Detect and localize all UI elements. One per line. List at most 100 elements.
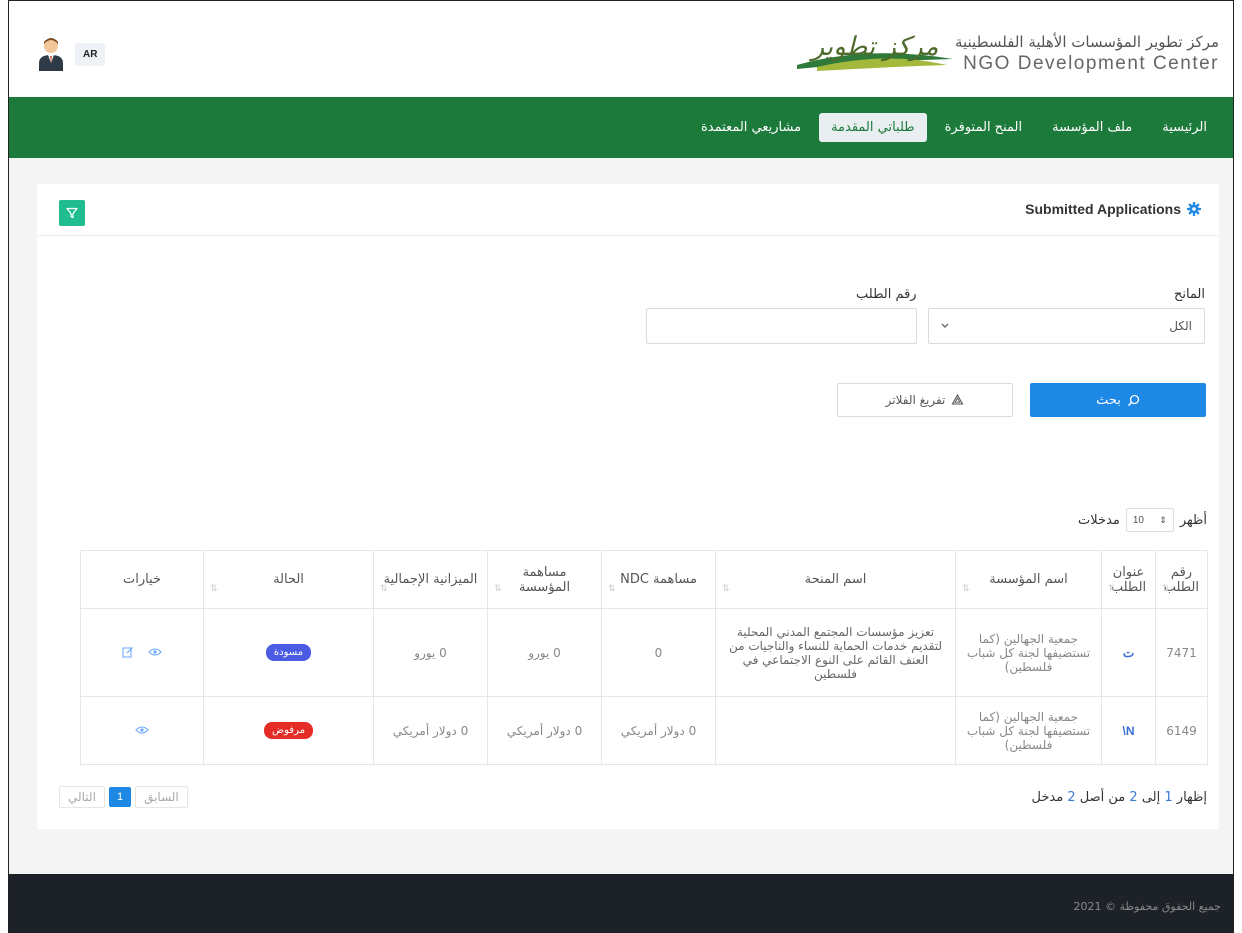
info-to-label: إلى: [1141, 790, 1161, 805]
main-navbar: الرئيسية ملف المؤسسة المنح المتوفرة طلبا…: [9, 97, 1233, 158]
sort-icon: ⇅: [608, 584, 616, 594]
page-footer: جميع الحقوق محفوظة © 2021: [9, 874, 1233, 933]
filter-toggle-button[interactable]: [59, 200, 85, 226]
cell-total-budget: 0 يورو: [373, 608, 488, 697]
clear-filters-button[interactable]: تفريغ الفلاتر: [837, 383, 1013, 417]
org-name-english: NGO Development Center: [963, 53, 1219, 74]
search-button-label: بحث: [1096, 392, 1121, 408]
sort-icon: ⇅: [494, 584, 502, 594]
gear-icon: [1187, 202, 1201, 216]
pagination: السابق 1 التالي: [59, 786, 188, 808]
cell-options: [80, 696, 204, 765]
sort-icon: ⇅: [1108, 584, 1116, 594]
app-frame: AR مركز تطوير مركز تطوير المؤسسات الأهلي…: [8, 0, 1234, 933]
table-row: 6149 N\ جمعية الجهالين (كما تستضيفها لجن…: [80, 696, 1208, 765]
cell-org-contribution: 0 يورو: [487, 608, 602, 697]
info-of-label: من أصل: [1079, 790, 1126, 805]
column-header-status[interactable]: الحالة ⇅: [203, 550, 374, 609]
panel-title-text: Submitted Applications: [1025, 201, 1181, 217]
entries-select-value: 10: [1132, 514, 1144, 526]
eye-icon[interactable]: [135, 725, 149, 735]
cell-grant: [715, 696, 956, 765]
prev-page-button[interactable]: السابق: [135, 786, 188, 808]
cell-app-no: 6149: [1155, 696, 1208, 765]
info-to: 2: [1129, 790, 1138, 805]
entries-show-label: أظهر: [1179, 512, 1207, 528]
status-badge: مرفوض: [264, 722, 313, 739]
sort-icon: ⇅: [380, 584, 388, 594]
column-header-org-contribution[interactable]: مساهمة المؤسسة ⇅: [487, 550, 602, 609]
search-icon: [1127, 394, 1140, 406]
cell-org: جمعية الجهالين (كما تستضيفها لجنة كل شبا…: [955, 696, 1102, 765]
column-header-title[interactable]: عنوان الطلب ⇅: [1101, 550, 1156, 609]
table-row: 7471 ت جمعية الجهالين (كما تستضيفها لجنة…: [80, 608, 1208, 697]
cell-status: مسودة: [203, 608, 374, 697]
cell-total-budget: 0 دولار أمريكي: [373, 696, 488, 765]
current-page-button[interactable]: 1: [108, 787, 132, 807]
donor-select[interactable]: الكل: [928, 308, 1205, 344]
top-header: AR مركز تطوير مركز تطوير المؤسسات الأهلي…: [9, 0, 1233, 97]
user-avatar-icon[interactable]: [37, 37, 65, 71]
nav-item-approved-projects[interactable]: مشاريعي المعتمدة: [689, 113, 813, 142]
cell-app-no: 7471: [1155, 608, 1208, 697]
app-title-link[interactable]: N\: [1122, 724, 1134, 738]
nav-item-org-profile[interactable]: ملف المؤسسة: [1040, 113, 1144, 142]
donor-label: المانح: [1173, 287, 1205, 302]
filter-icon: [66, 207, 78, 219]
table-info: إظهار 1 إلى 2 من أصل 2 مدخل: [1032, 790, 1207, 805]
status-badge: مسودة: [265, 644, 312, 661]
info-from: 1: [1164, 790, 1173, 805]
column-header-options: خيارات: [80, 550, 204, 609]
applications-table: رقم الطلب ⇅ عنوان الطلب ⇅ اسم المؤسسة ⇅ اسم…: [80, 550, 1208, 765]
cell-title[interactable]: N\: [1101, 696, 1156, 765]
nav-item-submitted-applications[interactable]: طلباتي المقدمة: [819, 113, 927, 142]
cell-options: [80, 608, 204, 697]
info-suffix: مدخل: [1031, 790, 1064, 805]
next-page-button[interactable]: التالي: [59, 786, 105, 808]
recycle-icon: [951, 394, 964, 405]
column-header-grant[interactable]: اسم المنحة ⇅: [715, 550, 956, 609]
cell-grant: تعزيز مؤسسات المجتمع المدني المحلية لتقد…: [715, 608, 956, 697]
org-name-arabic: مركز تطوير المؤسسات الأهلية الفلسطينية: [954, 33, 1219, 51]
nav-item-available-grants[interactable]: المنح المتوفرة: [933, 113, 1034, 142]
entries-suffix-label: مدخلات: [1078, 512, 1120, 528]
app-number-label: رقم الطلب: [856, 287, 917, 302]
app-title-link[interactable]: ت: [1123, 646, 1134, 660]
user-area: AR: [37, 37, 106, 71]
clear-filters-label: تفريغ الفلاتر: [885, 393, 946, 407]
cell-org-contribution: 0 دولار أمريكي: [487, 696, 602, 765]
applications-panel: Submitted Applications المانح الكل رقم ا…: [37, 184, 1219, 829]
cell-ndc: 0: [601, 608, 716, 697]
app-number-input[interactable]: [646, 308, 917, 344]
entries-length-control: أظهر 10 ⇕ مدخلات: [1078, 508, 1207, 532]
panel-title: Submitted Applications: [1025, 201, 1201, 217]
cell-ndc: 0 دولار أمريكي: [601, 696, 716, 765]
sort-icon: ⇅: [962, 584, 970, 594]
cell-status: مرفوض: [203, 696, 374, 765]
column-header-org[interactable]: اسم المؤسسة ⇅: [955, 550, 1102, 609]
org-name: مركز تطوير المؤسسات الأهلية الفلسطينية N…: [955, 33, 1219, 75]
panel-header: Submitted Applications: [37, 184, 1219, 236]
eye-icon[interactable]: [148, 647, 162, 657]
search-button[interactable]: بحث: [1030, 383, 1206, 417]
nav-item-home[interactable]: الرئيسية: [1150, 113, 1219, 142]
sort-icon: ⇅: [722, 584, 730, 594]
table-header-row: رقم الطلب ⇅ عنوان الطلب ⇅ اسم المؤسسة ⇅ اسم…: [80, 550, 1208, 609]
edit-icon[interactable]: [122, 646, 134, 658]
donor-select-value: الكل: [1169, 319, 1192, 333]
sort-icon: ⇅: [1162, 584, 1170, 594]
column-header-app-no[interactable]: رقم الطلب ⇅: [1155, 550, 1208, 609]
entries-select[interactable]: 10 ⇕: [1125, 508, 1174, 532]
ndc-logo[interactable]: مركز تطوير: [777, 21, 957, 81]
column-header-total-budget[interactable]: الميزانية الإجمالية ⇅: [373, 550, 488, 609]
logo-text: مركز تطوير: [809, 32, 939, 62]
cell-org: جمعية الجهالين (كما تستضيفها لجنة كل شبا…: [955, 608, 1102, 697]
sort-arrows-icon: ⇕: [1159, 514, 1167, 525]
info-prefix: إظهار: [1176, 790, 1207, 805]
chevron-down-icon: [941, 323, 949, 328]
language-button[interactable]: AR: [75, 42, 106, 66]
cell-title[interactable]: ت: [1101, 608, 1156, 697]
column-header-ndc[interactable]: مساهمة NDC ⇅: [601, 550, 716, 609]
sort-icon: ⇅: [210, 584, 218, 594]
info-total: 2: [1067, 790, 1076, 805]
